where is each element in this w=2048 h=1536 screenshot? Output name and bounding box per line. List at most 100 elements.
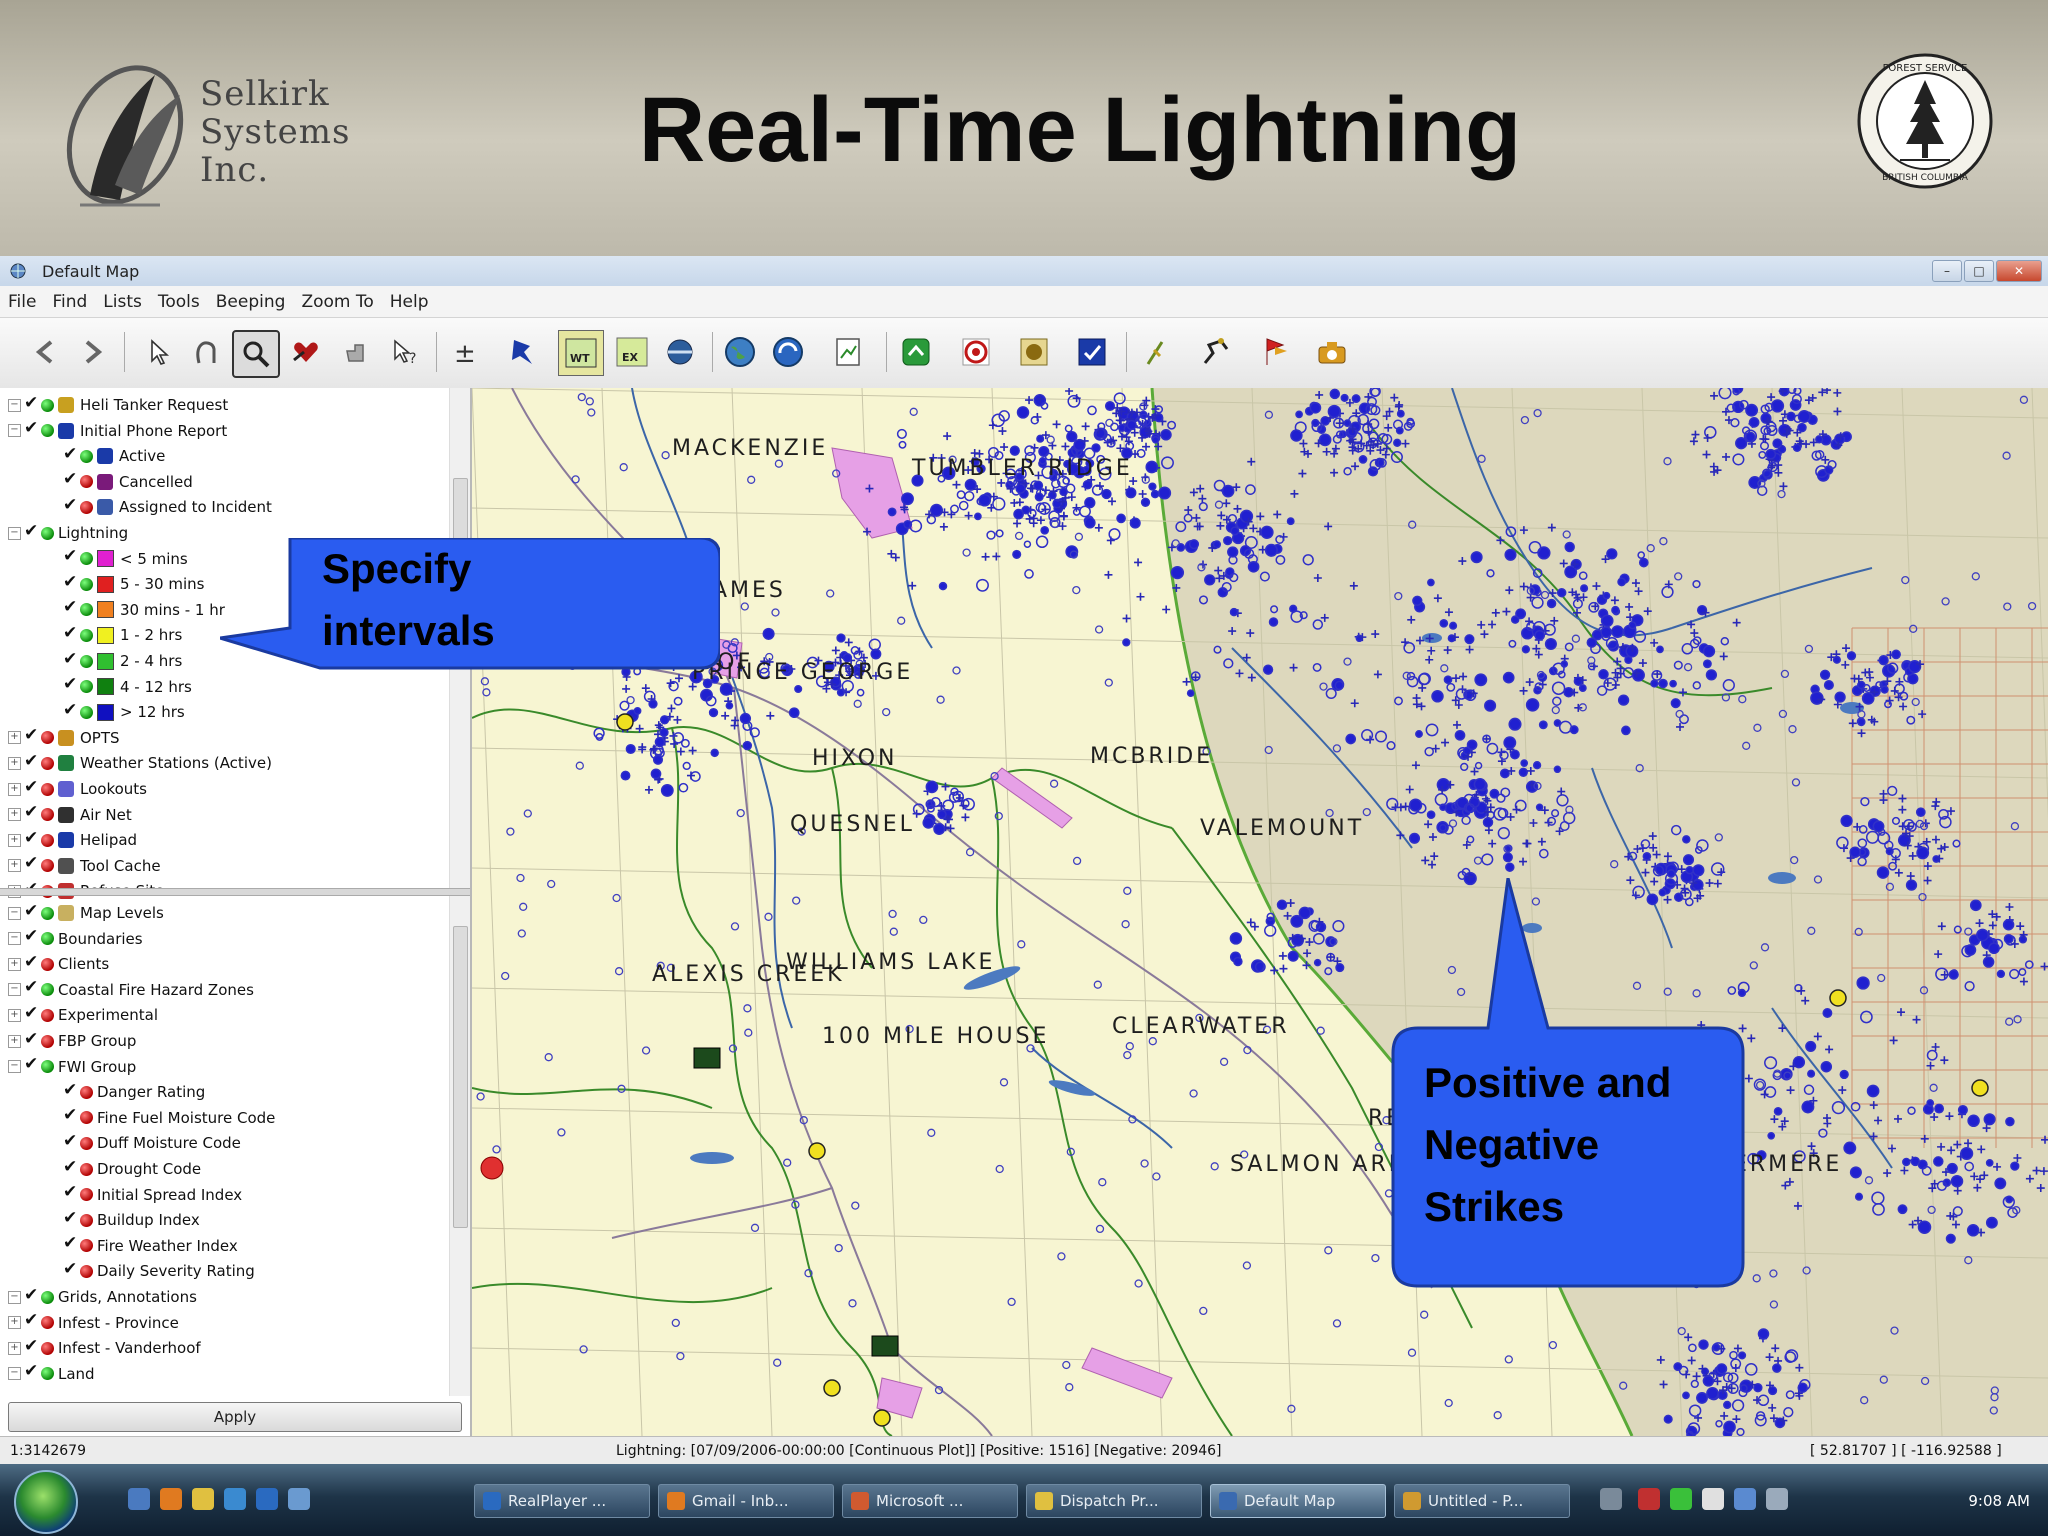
menu-zoom-to[interactable]: Zoom To [301, 292, 373, 312]
layer-row[interactable]: + FBP Group [8, 1029, 136, 1052]
layer-row[interactable]: + Infest - Province [8, 1310, 179, 1334]
taskbar-button[interactable]: Default Map [1210, 1484, 1386, 1518]
expand-toggle-icon[interactable]: + [8, 1341, 21, 1355]
layer-checkbox[interactable] [63, 546, 77, 566]
station-badge[interactable] [871, 1335, 899, 1357]
expand-toggle-icon[interactable]: − [8, 398, 21, 412]
layer-off-icon[interactable] [80, 475, 93, 489]
layer-off-icon[interactable] [80, 1188, 93, 1202]
layer-row[interactable]: 5 - 30 mins [63, 572, 204, 595]
blue-check-button[interactable] [1070, 330, 1114, 374]
layer-checkbox[interactable] [24, 521, 38, 541]
menu-lists[interactable]: Lists [103, 292, 142, 312]
plus-minus-button[interactable]: ± [442, 330, 486, 374]
layer-row[interactable]: 2 - 4 hrs [63, 649, 182, 672]
layer-checkbox[interactable] [24, 802, 38, 822]
layer-checkbox[interactable] [24, 393, 38, 413]
menu-beeping[interactable]: Beeping [216, 292, 286, 312]
layer-on-icon[interactable] [41, 1367, 54, 1381]
layer-row[interactable]: + Clients [8, 952, 109, 975]
layer-checkbox[interactable] [24, 901, 38, 921]
target-button[interactable] [954, 330, 998, 374]
expand-toggle-icon[interactable]: − [8, 1290, 21, 1304]
layer-checkbox[interactable] [63, 1233, 77, 1253]
start-button[interactable] [14, 1470, 78, 1534]
globe-button[interactable] [658, 330, 702, 374]
layer-checkbox[interactable] [24, 1003, 38, 1023]
layer-row[interactable]: − Heli Tanker Request [8, 393, 228, 416]
window-titlebar[interactable]: Default Map – □ ✕ [0, 256, 2048, 287]
layer-on-icon[interactable] [80, 577, 93, 591]
layer-checkbox[interactable] [24, 725, 38, 745]
layer-row[interactable]: − Initial Phone Report [8, 418, 227, 442]
layer-row[interactable]: Fine Fuel Moisture Code [63, 1105, 275, 1129]
station-marker[interactable] [873, 1409, 891, 1427]
layer-checkbox[interactable] [63, 572, 77, 592]
layer-on-icon[interactable] [41, 398, 54, 412]
heart-marker-button[interactable] [284, 330, 328, 374]
expand-toggle-icon[interactable]: − [8, 983, 21, 997]
layer-row[interactable]: + Infest - Vanderhoof [8, 1336, 201, 1359]
layer-row[interactable]: 30 mins - 1 hr [63, 597, 225, 621]
expand-toggle-icon[interactable]: + [8, 756, 21, 770]
layer-row[interactable]: − Boundaries [8, 926, 143, 950]
layer-row[interactable]: > 12 hrs [63, 700, 185, 723]
layer-on-icon[interactable] [41, 983, 54, 997]
layer-checkbox[interactable] [63, 495, 77, 515]
ie-icon[interactable] [256, 1488, 278, 1510]
tray-antivirus-icon[interactable] [1638, 1488, 1660, 1510]
layer-checkbox[interactable] [24, 1361, 38, 1381]
layer-checkbox[interactable] [63, 469, 77, 489]
layer-checkbox[interactable] [63, 1157, 77, 1177]
layer-checkbox[interactable] [24, 952, 38, 972]
layer-off-icon[interactable] [80, 1264, 93, 1278]
layer-on-icon[interactable] [41, 1060, 54, 1074]
layer-checkbox[interactable] [24, 1285, 38, 1305]
layer-checkbox[interactable] [63, 1182, 77, 1202]
layer-row[interactable]: Initial Spread Index [63, 1182, 242, 1206]
layer-checkbox[interactable] [24, 751, 38, 771]
layer-on-icon[interactable] [41, 1290, 54, 1304]
layer-row[interactable]: − Grids, Annotations [8, 1285, 197, 1308]
layer-off-icon[interactable] [80, 1162, 93, 1176]
feather-button[interactable] [1134, 330, 1178, 374]
layer-checkbox[interactable] [63, 1208, 77, 1228]
layer-off-icon[interactable] [41, 1316, 54, 1330]
layer-row[interactable]: − Land [8, 1361, 95, 1385]
refresh-globe-button[interactable] [766, 330, 810, 374]
panel-splitter[interactable] [0, 888, 470, 896]
layer-row[interactable]: − Lightning [8, 521, 128, 544]
layer-off-icon[interactable] [41, 957, 54, 971]
expand-toggle-icon[interactable]: − [8, 526, 21, 540]
layer-row[interactable]: + Lookouts [8, 777, 147, 800]
taskbar-button[interactable]: RealPlayer ... [474, 1484, 650, 1518]
station-marker[interactable] [808, 1142, 826, 1160]
layer-row[interactable]: − Map Levels [8, 901, 164, 924]
layer-checkbox[interactable] [63, 674, 77, 694]
scrollbar-thumb[interactable] [453, 926, 468, 1228]
layer-row[interactable]: < 5 mins [63, 546, 188, 570]
layer-row[interactable]: + Air Net [8, 802, 132, 826]
layer-row[interactable]: − FWI Group [8, 1054, 136, 1078]
layer-off-icon[interactable] [41, 1008, 54, 1022]
identify-button[interactable] [334, 330, 378, 374]
layer-checkbox[interactable] [24, 1054, 38, 1074]
routes-button[interactable] [1194, 330, 1238, 374]
tray-volume-icon[interactable] [1702, 1488, 1724, 1510]
layer-off-icon[interactable] [41, 859, 54, 873]
tray-bluetooth-icon[interactable] [1734, 1488, 1756, 1510]
layer-row[interactable]: + Experimental [8, 1003, 158, 1026]
layer-on-icon[interactable] [80, 680, 93, 694]
expand-toggle-icon[interactable]: + [8, 859, 21, 873]
menu-tools[interactable]: Tools [158, 292, 200, 312]
layer-tree-bottom-scrollbar[interactable] [449, 896, 470, 1396]
expand-toggle-icon[interactable]: − [8, 1060, 21, 1074]
taskbar-button[interactable]: Gmail - Inb... [658, 1484, 834, 1518]
layer-on-icon[interactable] [41, 424, 54, 438]
expand-toggle-icon[interactable]: − [8, 424, 21, 438]
pan-button[interactable] [184, 330, 228, 374]
taskbar-button[interactable]: Microsoft ... [842, 1484, 1018, 1518]
layer-checkbox[interactable] [24, 1310, 38, 1330]
layer-row[interactable]: Assigned to Incident [63, 495, 272, 518]
layer-off-icon[interactable] [80, 1085, 93, 1099]
